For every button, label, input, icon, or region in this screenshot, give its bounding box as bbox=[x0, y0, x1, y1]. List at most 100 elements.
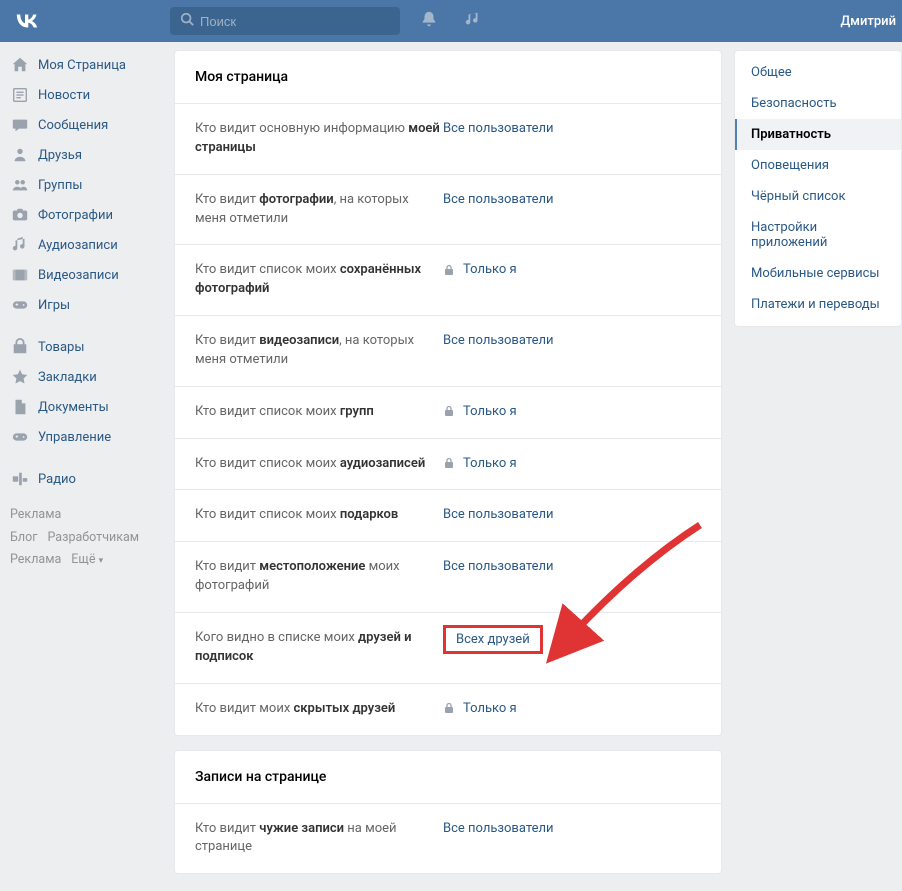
nav-item-radio[interactable]: Радио bbox=[4, 464, 168, 494]
nav-item-docs[interactable]: Документы bbox=[4, 392, 168, 422]
nav-label: Товары bbox=[38, 340, 84, 355]
privacy-label: Кто видит местоположение моих фотографий bbox=[195, 558, 443, 596]
nav-item-bookmark[interactable]: Закладки bbox=[4, 362, 168, 392]
privacy-value[interactable]: Только я bbox=[443, 455, 517, 471]
privacy-value[interactable]: Все пользователи bbox=[443, 558, 554, 574]
privacy-label: Кто видит чужие записи на моей странице bbox=[195, 820, 443, 858]
friends-icon bbox=[10, 145, 30, 165]
privacy-value[interactable]: Все пользователи bbox=[443, 506, 554, 522]
settings-tab[interactable]: Настройки приложений bbox=[735, 212, 901, 258]
main-content: Моя страница Кто видит основную информаци… bbox=[168, 50, 734, 888]
privacy-label: Кого видно в списке моих друзей и подпис… bbox=[195, 629, 443, 667]
footer-link[interactable]: Реклама bbox=[10, 507, 61, 522]
settings-panel: Записи на страницеКто видит чужие записи… bbox=[174, 750, 722, 875]
search-box[interactable] bbox=[170, 7, 400, 35]
footer-link[interactable]: Разработчикам bbox=[47, 530, 139, 545]
nav-label: Игры bbox=[38, 298, 70, 313]
settings-tab[interactable]: Платежи и переводы bbox=[735, 289, 901, 320]
settings-panel: Моя страница Кто видит основную информаци… bbox=[174, 50, 722, 736]
footer-link[interactable]: Блог bbox=[10, 530, 37, 545]
privacy-value[interactable]: Все пользователи bbox=[443, 191, 554, 207]
privacy-label: Кто видит видеозаписи, на которых меня о… bbox=[195, 332, 443, 370]
footer-link[interactable]: Реклама bbox=[10, 552, 61, 567]
privacy-row: Кто видит местоположение моих фотографий… bbox=[175, 542, 721, 613]
nav-item-groups[interactable]: Группы bbox=[4, 170, 168, 200]
privacy-label: Кто видит моих скрытых друзей bbox=[195, 700, 443, 719]
chevron-down-icon: ▾ bbox=[99, 556, 104, 566]
msg-icon bbox=[10, 115, 30, 135]
bell-icon[interactable] bbox=[420, 10, 438, 32]
nav-item-news[interactable]: Новости bbox=[4, 80, 168, 110]
settings-tab[interactable]: Мобильные сервисы bbox=[735, 258, 901, 289]
privacy-row: Кто видит чужие записи на моей страницеВ… bbox=[175, 804, 721, 874]
privacy-label: Кто видит список моих аудиозаписей bbox=[195, 455, 443, 474]
nav-item-games[interactable]: Управление bbox=[4, 422, 168, 452]
news-icon bbox=[10, 85, 30, 105]
nav-item-market[interactable]: Товары bbox=[4, 332, 168, 362]
privacy-row: Кто видит моих скрытых друзейТолько я bbox=[175, 684, 721, 735]
left-sidebar: Моя Страница Новости Сообщения Друзья Группы… bbox=[0, 50, 168, 888]
panel-title: Моя страница bbox=[175, 51, 721, 104]
privacy-row: Кто видит основную информацию моей стран… bbox=[175, 104, 721, 175]
privacy-row: Кто видит список моих сохранённых фотогр… bbox=[175, 245, 721, 316]
username[interactable]: Дмитрий bbox=[840, 14, 896, 29]
nav-item-home[interactable]: Моя Страница bbox=[4, 50, 168, 80]
nav-item-games[interactable]: Игры bbox=[4, 290, 168, 320]
right-sidebar: ОбщееБезопасностьПриватностьОповещенияЧё… bbox=[734, 50, 902, 888]
settings-tab[interactable]: Оповещения bbox=[735, 150, 901, 181]
nav-label: Группы bbox=[38, 178, 82, 193]
privacy-label: Кто видит фотографии, на которых меня от… bbox=[195, 191, 443, 229]
photo-icon bbox=[10, 205, 30, 225]
vk-logo[interactable] bbox=[14, 9, 40, 33]
nav-item-friends[interactable]: Друзья bbox=[4, 140, 168, 170]
privacy-row: Кто видит фотографии, на которых меня от… bbox=[175, 175, 721, 246]
privacy-value[interactable]: Все пользователи bbox=[443, 820, 554, 836]
games-icon bbox=[10, 295, 30, 315]
privacy-label: Кто видит основную информацию моей стран… bbox=[195, 120, 443, 158]
settings-tab[interactable]: Безопасность bbox=[735, 88, 901, 119]
games-icon bbox=[10, 427, 30, 447]
privacy-label: Кто видит список моих групп bbox=[195, 403, 443, 422]
privacy-value[interactable]: Все пользователи bbox=[443, 120, 554, 136]
groups-icon bbox=[10, 175, 30, 195]
privacy-value[interactable]: Только я bbox=[443, 403, 517, 419]
nav-label: Документы bbox=[38, 400, 109, 415]
privacy-row: Кто видит список моих подарковВсе пользо… bbox=[175, 490, 721, 542]
nav-label: Управление bbox=[38, 430, 111, 445]
bookmark-icon bbox=[10, 367, 30, 387]
footer-more-link[interactable]: Ещё ▾ bbox=[71, 552, 103, 567]
nav-label: Друзья bbox=[38, 148, 82, 163]
privacy-value[interactable]: Только я bbox=[443, 261, 517, 277]
docs-icon bbox=[10, 397, 30, 417]
settings-tab[interactable]: Чёрный список bbox=[735, 181, 901, 212]
nav-label: Закладки bbox=[38, 370, 97, 385]
privacy-value[interactable]: Только я bbox=[443, 700, 517, 716]
nav-item-video[interactable]: Видеозаписи bbox=[4, 260, 168, 290]
privacy-row: Кто видит список моих аудиозаписейТолько… bbox=[175, 439, 721, 491]
settings-tab[interactable]: Приватность bbox=[735, 119, 901, 150]
home-icon bbox=[10, 55, 30, 75]
nav-label: Сообщения bbox=[38, 118, 108, 133]
settings-tab[interactable]: Общее bbox=[735, 57, 901, 88]
privacy-row: Кто видит видеозаписи, на которых меня о… bbox=[175, 316, 721, 387]
nav-item-msg[interactable]: Сообщения bbox=[4, 110, 168, 140]
privacy-value[interactable]: Все пользователи bbox=[443, 332, 554, 348]
search-input[interactable] bbox=[200, 14, 390, 29]
lock-icon bbox=[443, 702, 455, 714]
footer-links: Реклама Блог Разработчикам Реклама Ещё ▾ bbox=[4, 494, 168, 582]
video-icon bbox=[10, 265, 30, 285]
nav-label: Новости bbox=[38, 88, 90, 103]
nav-item-photo[interactable]: Фотографии bbox=[4, 200, 168, 230]
market-icon bbox=[10, 337, 30, 357]
music-icon[interactable] bbox=[464, 10, 482, 32]
radio-icon bbox=[10, 469, 30, 489]
lock-icon bbox=[443, 457, 455, 469]
topbar: Дмитрий bbox=[0, 0, 902, 42]
nav-label: Фотографии bbox=[38, 208, 113, 223]
nav-label: Видеозаписи bbox=[38, 268, 119, 283]
panel-title: Записи на странице bbox=[175, 751, 721, 804]
privacy-value[interactable]: Всех друзей bbox=[443, 625, 543, 654]
privacy-row: Кто видит список моих группТолько я bbox=[175, 387, 721, 439]
nav-label: Радио bbox=[38, 472, 76, 487]
nav-item-audio[interactable]: Аудиозаписи bbox=[4, 230, 168, 260]
